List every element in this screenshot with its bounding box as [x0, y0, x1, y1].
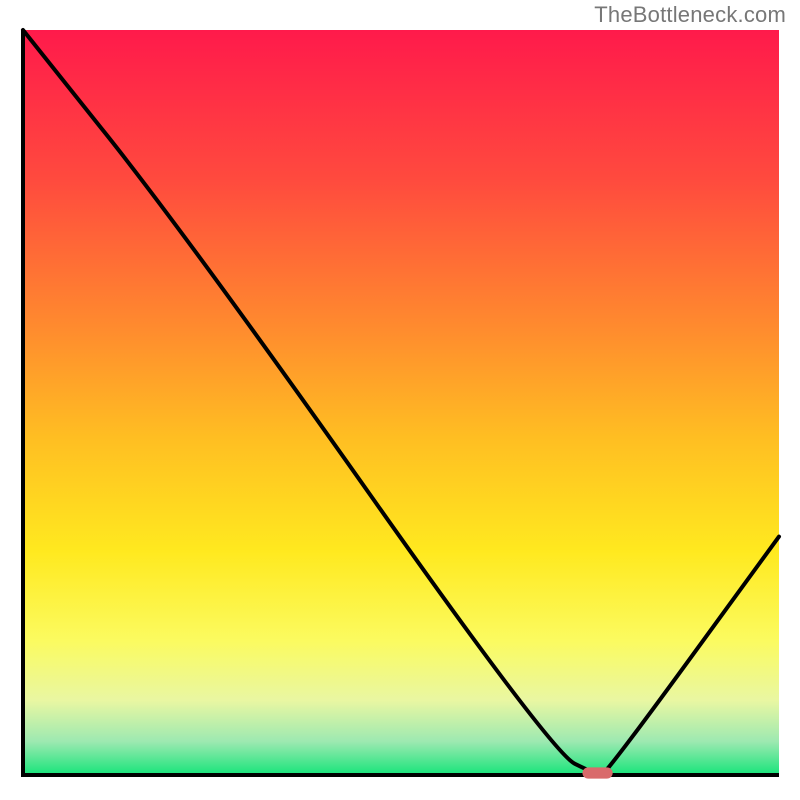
bottleneck-chart — [0, 0, 800, 800]
attribution-text: TheBottleneck.com — [594, 2, 786, 28]
chart-container: TheBottleneck.com — [0, 0, 800, 800]
optimal-marker — [582, 767, 612, 778]
plot-background — [23, 30, 779, 775]
